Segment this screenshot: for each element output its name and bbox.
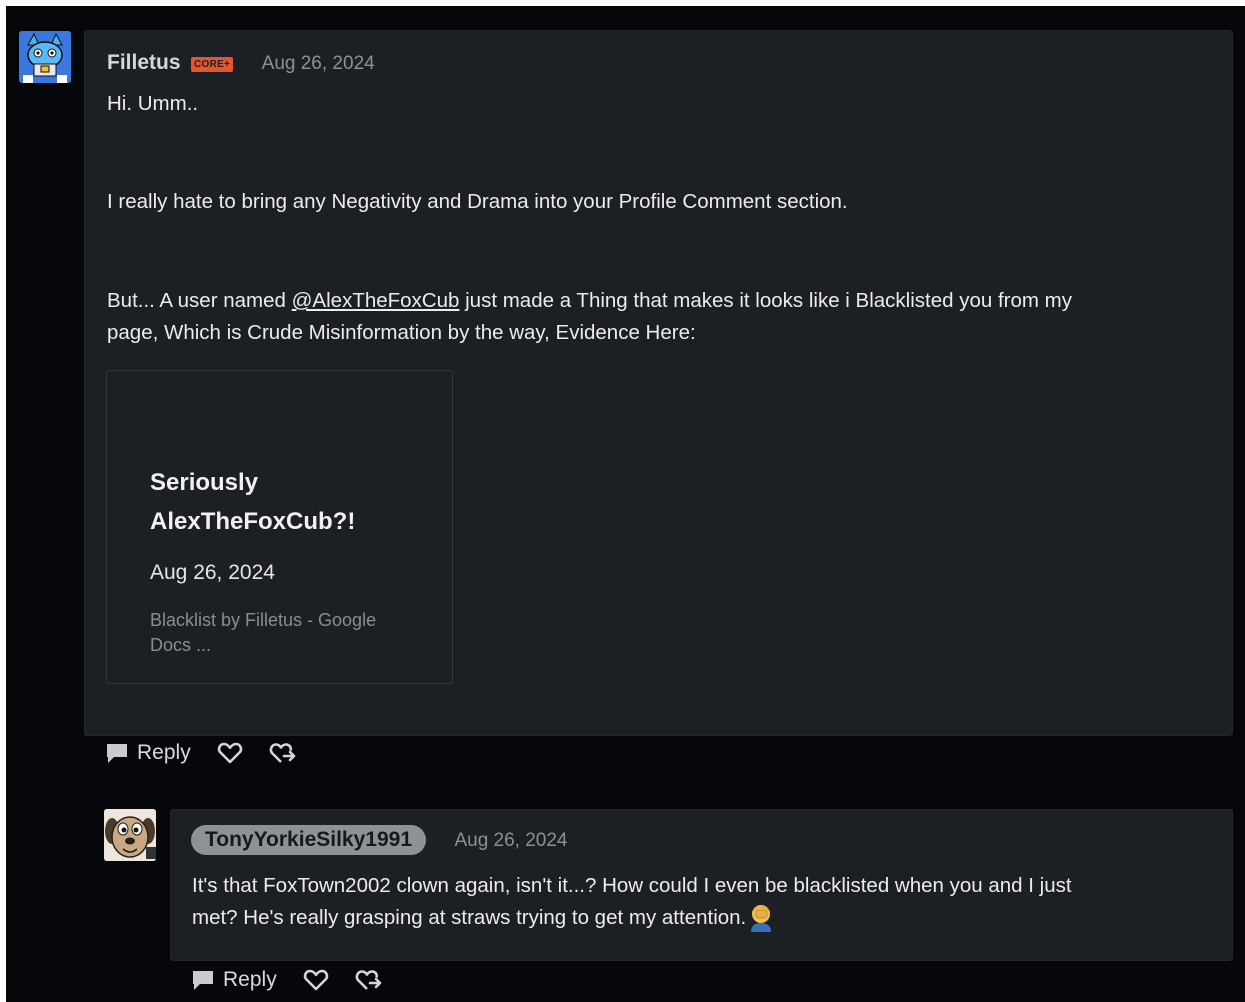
username-pill[interactable]: TonyYorkieSilky1991	[191, 825, 426, 855]
comment-paragraph: It's that FoxTown2002 clown again, isn't…	[192, 874, 1072, 897]
comment-paragraph: met? He's really grasping at straws tryi…	[192, 902, 776, 934]
share-heart-icon	[355, 970, 382, 990]
heart-icon	[303, 969, 328, 991]
paragraph-text: met? He's really grasping at straws tryi…	[192, 906, 747, 929]
comment-paragraph: page, Which is Crude Misinformation by t…	[107, 321, 696, 344]
share-heart-icon	[269, 743, 296, 763]
comment-actions: Reply	[105, 741, 297, 765]
like-button[interactable]	[303, 968, 329, 992]
paragraph-text: just made a Thing that makes it looks li…	[459, 289, 1073, 312]
reply-label: Reply	[223, 968, 277, 991]
comment-actions: Reply	[191, 968, 383, 992]
user-mention-link[interactable]: @AlexTheFoxCub	[292, 289, 460, 312]
card-date: Aug 26, 2024	[150, 561, 275, 584]
reply-button[interactable]: Reply	[105, 741, 191, 765]
card-title: Seriously AlexTheFoxCub?!	[150, 469, 356, 535]
tony-avatar[interactable]	[104, 809, 156, 861]
core-plus-badge: CORE+	[190, 57, 234, 73]
comment-header: TonyYorkieSilky1991 Aug 26, 2024	[191, 825, 568, 855]
comment-paragraph: Hi. Umm..	[107, 92, 199, 115]
cat-avatar-icon	[19, 31, 71, 83]
comment-box-tony: TonyYorkieSilky1991 Aug 26, 2024 It's th…	[170, 809, 1233, 961]
paragraph-text: But... A user named	[107, 289, 292, 312]
speech-bubble-icon	[107, 744, 127, 763]
dog-avatar-icon	[104, 809, 156, 861]
link-preview-card[interactable]: Seriously AlexTheFoxCub?! Aug 26, 2024 B…	[106, 370, 453, 684]
facepalm-emoji-icon	[746, 902, 776, 932]
comment-date: Aug 26, 2024	[261, 53, 375, 74]
speech-bubble-icon	[193, 971, 213, 990]
username[interactable]: Filletus	[107, 51, 181, 74]
comment-thread: Filletus CORE+ Aug 26, 2024 Hi. Umm.. I …	[6, 6, 1245, 1002]
reply-label: Reply	[137, 741, 191, 764]
reply-button[interactable]: Reply	[191, 968, 277, 992]
share-button[interactable]	[355, 968, 383, 992]
share-button[interactable]	[269, 741, 297, 765]
comment-box-filletus: Filletus CORE+ Aug 26, 2024 Hi. Umm.. I …	[84, 30, 1233, 736]
filletus-avatar[interactable]	[19, 31, 71, 83]
like-button[interactable]	[217, 741, 243, 765]
comment-date: Aug 26, 2024	[454, 830, 568, 851]
comment-header: Filletus CORE+ Aug 26, 2024	[107, 51, 375, 75]
card-description: Blacklist by Filletus - Google Docs ...	[150, 610, 377, 655]
comment-paragraph: But... A user named @AlexTheFoxCub just …	[107, 285, 1072, 317]
comment-paragraph: I really hate to bring any Negativity an…	[107, 190, 848, 213]
heart-icon	[217, 742, 242, 764]
